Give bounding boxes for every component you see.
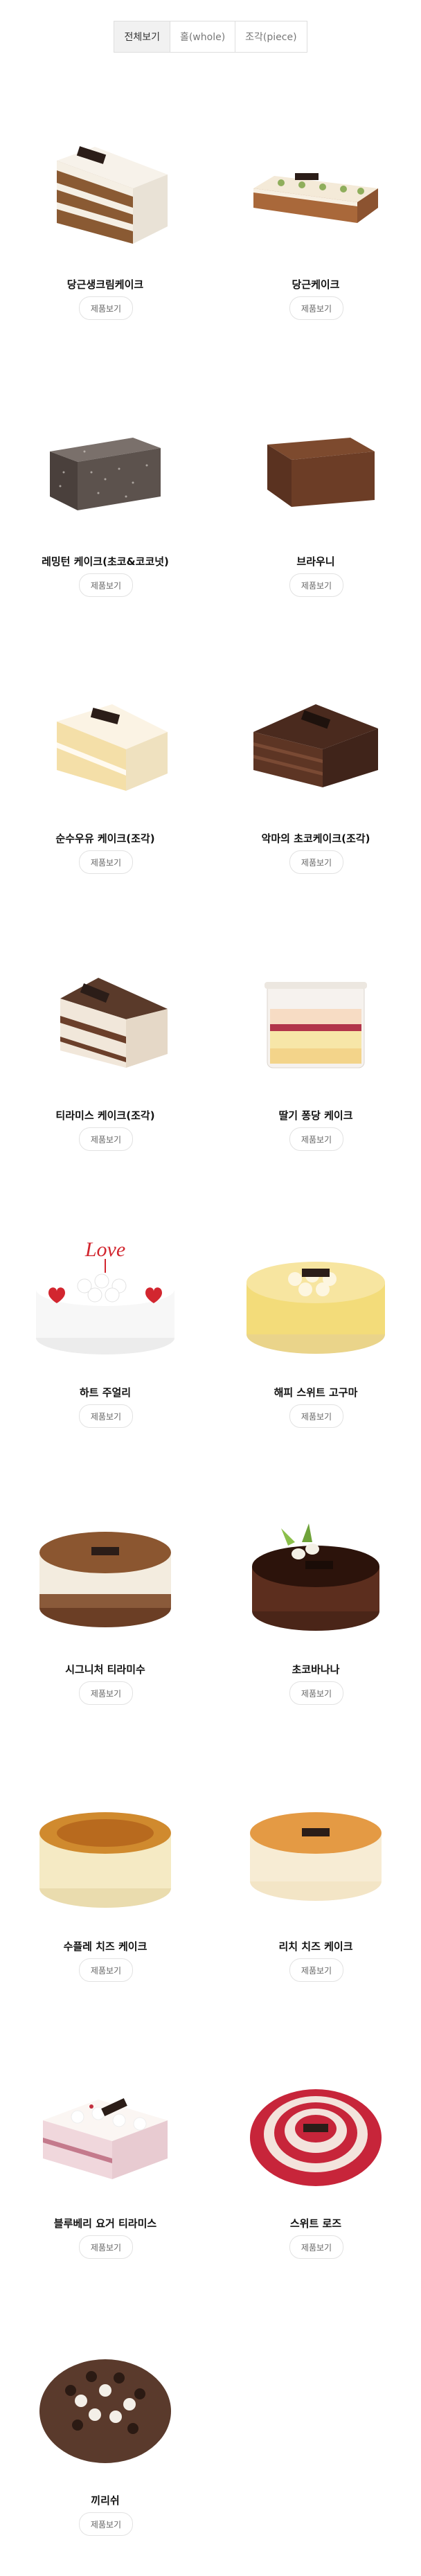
product-card[interactable]: 브라우니 제품보기 [210, 346, 421, 623]
product-name: 하트 주얼리 [79, 1386, 132, 1399]
product-name: 리치 치즈 케이크 [278, 1940, 353, 1953]
product-image-choco-slice[interactable] [240, 673, 392, 812]
product-image-kiri-sh[interactable] [29, 2335, 181, 2474]
tab-whole[interactable]: 홀(whole) [170, 21, 236, 52]
product-image-souffle-cheese[interactable] [29, 1781, 181, 1920]
product-name: 블루베리 요거 티라미스 [53, 2217, 157, 2230]
product-card[interactable]: 수플레 치즈 케이크 제품보기 [0, 1731, 210, 2008]
view-product-button[interactable]: 제품보기 [79, 1127, 133, 1151]
product-name: 티라미스 케이크(조각) [55, 1109, 155, 1122]
view-product-button[interactable]: 제품보기 [289, 1127, 343, 1151]
product-card[interactable]: 끼리쉬 제품보기 [0, 2285, 210, 2562]
product-name: 끼리쉬 [91, 2494, 120, 2507]
view-product-button[interactable]: 제품보기 [79, 2512, 133, 2536]
product-card[interactable]: 스위트 로즈 제품보기 [210, 2008, 421, 2285]
view-product-button[interactable]: 제품보기 [79, 573, 133, 597]
product-name: 악마의 초코케이크(조각) [261, 832, 370, 845]
product-image-brownie[interactable] [240, 396, 392, 535]
product-name: 수플레 치즈 케이크 [63, 1940, 147, 1953]
product-image-carrot-slice[interactable] [29, 119, 181, 258]
view-product-button[interactable]: 제품보기 [79, 1958, 133, 1982]
tab-piece[interactable]: 조각(piece) [235, 21, 307, 52]
product-card[interactable]: 순수우유 케이크(조각) 제품보기 [0, 623, 210, 900]
view-product-button[interactable]: 제품보기 [289, 1958, 343, 1982]
view-product-button[interactable]: 제품보기 [289, 2235, 343, 2259]
product-card[interactable]: 해피 스위트 고구마 제품보기 [210, 1177, 421, 1454]
product-image-sweet-potato[interactable] [240, 1227, 392, 1366]
view-product-button[interactable]: 제품보기 [79, 296, 133, 320]
product-name: 순수우유 케이크(조각) [55, 832, 155, 845]
product-name: 시그니처 티라미수 [65, 1663, 145, 1676]
product-image-choco-banana[interactable] [240, 1504, 392, 1643]
product-name: 스위트 로즈 [289, 2217, 342, 2230]
view-product-button[interactable]: 제품보기 [79, 1681, 133, 1705]
product-card[interactable]: 악마의 초코케이크(조각) 제품보기 [210, 623, 421, 900]
product-image-milk-slice[interactable] [29, 673, 181, 812]
product-image-heart-jewelry[interactable]: Love [29, 1227, 181, 1366]
view-product-button[interactable]: 제품보기 [289, 850, 343, 874]
view-product-button[interactable]: 제품보기 [289, 573, 343, 597]
view-product-button[interactable]: 제품보기 [289, 1404, 343, 1428]
product-card[interactable]: 시그니처 티라미수 제품보기 [0, 1454, 210, 1731]
view-product-button[interactable]: 제품보기 [289, 1681, 343, 1705]
product-image-carrot-bar[interactable] [240, 119, 392, 258]
product-card[interactable]: 블루베리 요거 티라미스 제품보기 [0, 2008, 210, 2285]
product-image-signature-tiramisu[interactable] [29, 1504, 181, 1643]
product-card[interactable]: 당근케이크 제품보기 [210, 69, 421, 346]
product-name: 레밍턴 케이크(초코&코코넛) [42, 555, 169, 568]
product-card[interactable]: 레밍턴 케이크(초코&코코넛) 제품보기 [0, 346, 210, 623]
product-card[interactable]: 초코바나나 제품보기 [210, 1454, 421, 1731]
product-card[interactable]: 리치 치즈 케이크 제품보기 [210, 1731, 421, 2008]
product-name: 당근생크림케이크 [66, 278, 144, 291]
product-name: 해피 스위트 고구마 [274, 1386, 358, 1399]
love-topper: Love [84, 1238, 125, 1261]
product-image-blueberry-yogurt[interactable] [29, 2058, 181, 2197]
product-name: 브라우니 [296, 555, 335, 568]
view-product-button[interactable]: 제품보기 [79, 1404, 133, 1428]
product-image-strawberry-cup[interactable] [240, 950, 392, 1089]
product-card[interactable]: 티라미스 케이크(조각) 제품보기 [0, 900, 210, 1177]
product-name: 딸기 퐁당 케이크 [278, 1109, 353, 1122]
product-image-rich-cheese[interactable] [240, 1781, 392, 1920]
category-tabs: 전체보기 홀(whole) 조각(piece) [0, 21, 421, 53]
view-product-button[interactable]: 제품보기 [289, 296, 343, 320]
tab-all[interactable]: 전체보기 [114, 21, 170, 52]
product-card[interactable]: 딸기 퐁당 케이크 제품보기 [210, 900, 421, 1177]
product-name: 초코바나나 [292, 1663, 340, 1676]
product-card[interactable]: Love 하트 주얼리 제품보기 [0, 1177, 210, 1454]
view-product-button[interactable]: 제품보기 [79, 2235, 133, 2259]
product-card[interactable]: 당근생크림케이크 제품보기 [0, 69, 210, 346]
view-product-button[interactable]: 제품보기 [79, 850, 133, 874]
product-name: 당근케이크 [292, 278, 340, 291]
product-image-lamington[interactable] [29, 396, 181, 535]
product-image-tiramisu-slice[interactable] [29, 950, 181, 1089]
category-tab-group: 전체보기 홀(whole) 조각(piece) [114, 21, 307, 53]
product-image-sweet-rose[interactable] [240, 2058, 392, 2197]
